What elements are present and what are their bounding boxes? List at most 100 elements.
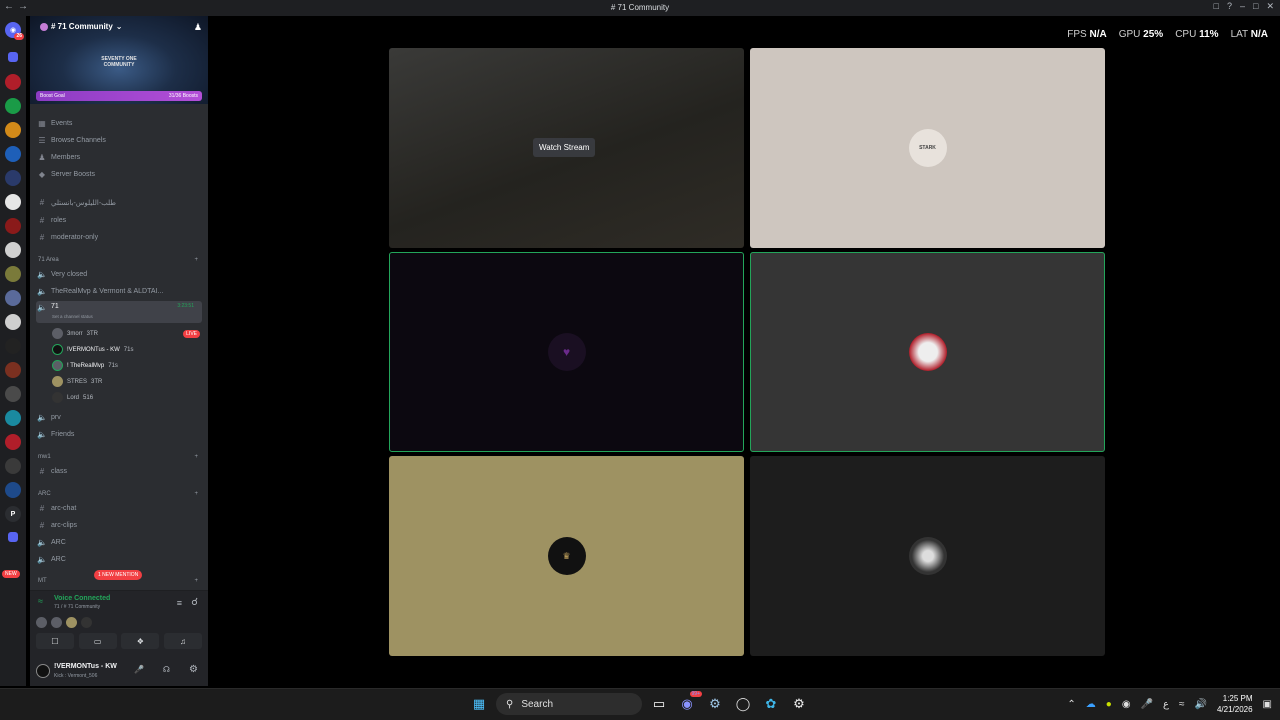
chevron-up-icon[interactable]: ⌃ xyxy=(1067,699,1075,710)
voice-channel[interactable]: 🔈 Friends xyxy=(36,427,202,442)
avatar xyxy=(52,344,63,355)
camera-button[interactable]: ☐ xyxy=(36,633,74,649)
participant-tile[interactable]: STARK xyxy=(750,48,1105,248)
server-icon[interactable]: P xyxy=(5,506,21,522)
clock[interactable]: 1:25 PM 4/21/2026 xyxy=(1217,693,1253,715)
steam-icon[interactable]: ⚙ xyxy=(704,693,726,715)
edge-icon[interactable]: ✿ xyxy=(760,693,782,715)
boost-goal-bar[interactable]: Boost Goal 31/36 Boosts xyxy=(36,91,202,101)
text-channel[interactable]: # class xyxy=(36,464,202,479)
app-tray-icon[interactable]: ● xyxy=(1106,699,1112,710)
folder-icon[interactable] xyxy=(8,532,18,542)
text-channel[interactable]: # arc-clips xyxy=(36,518,202,533)
headphones-icon[interactable]: ☊ xyxy=(163,665,170,674)
taskbar-search[interactable]: ⚲ Search xyxy=(496,693,642,715)
menu-events[interactable]: ▦ Events xyxy=(36,116,202,131)
server-icon[interactable] xyxy=(5,290,21,306)
participant-tile[interactable]: ♥ xyxy=(389,252,744,452)
activity-button[interactable]: ❖ xyxy=(121,633,160,649)
app-icon[interactable]: ◯ xyxy=(732,693,754,715)
disconnect-icon[interactable]: ☌ xyxy=(191,597,198,608)
text-channel[interactable]: # arc-chat xyxy=(36,501,202,516)
server-icon[interactable] xyxy=(5,218,21,234)
noise-suppression-icon[interactable]: ≡ xyxy=(177,598,182,608)
voice-channel[interactable]: 🔈 prv xyxy=(36,410,202,425)
watch-stream-button[interactable]: Watch Stream xyxy=(533,138,596,157)
participant-tile[interactable] xyxy=(750,456,1105,656)
voice-channel[interactable]: 🔈 ARC xyxy=(36,552,202,567)
voice-channel[interactable]: 🔈 TheRealMvp & Vermont & ALDTAI... xyxy=(36,284,202,299)
voice-user[interactable]: !VERMONTus - KW 71s xyxy=(52,342,133,357)
help-icon[interactable]: ? xyxy=(1227,1,1232,12)
start-icon[interactable]: ▦ xyxy=(468,693,490,715)
server-icon[interactable] xyxy=(5,122,21,138)
voice-channel-current[interactable]: 🔈 71 3:23:51 Set a channel status xyxy=(36,301,202,323)
server-icon[interactable] xyxy=(5,146,21,162)
server-icon[interactable] xyxy=(5,482,21,498)
server-icon[interactable] xyxy=(5,362,21,378)
voice-channel[interactable]: 🔈 Very closed xyxy=(36,267,202,282)
signal-icon[interactable]: ≈ xyxy=(38,596,43,606)
voice-user[interactable]: 3morr 3TR xyxy=(52,326,98,341)
microphone-icon[interactable]: 🎤 xyxy=(134,665,144,674)
menu-server-boosts[interactable]: ◆ Server Boosts xyxy=(36,167,202,182)
text-channel[interactable]: # moderator-only xyxy=(36,230,202,245)
server-icon[interactable] xyxy=(5,314,21,330)
voice-user[interactable]: ! TheRealMvp 71s xyxy=(52,358,118,373)
cloud-icon[interactable]: ☁ xyxy=(1086,699,1096,710)
soundboard-button[interactable]: ♫ xyxy=(163,633,202,649)
unread-badge: 26 xyxy=(14,33,24,40)
channel-status[interactable]: Set a channel status xyxy=(52,314,93,319)
voice-panel: ≈ Voice Connected 71 / # 71 Community ≡ … xyxy=(30,590,208,686)
minimize-button[interactable]: – xyxy=(1240,1,1245,12)
invite-icon[interactable]: ♟ xyxy=(194,22,202,33)
server-icon[interactable] xyxy=(5,266,21,282)
category-mw1[interactable]: mw1 + xyxy=(38,454,198,460)
text-channel[interactable]: # roles xyxy=(36,213,202,228)
participant-tile[interactable]: ♛ xyxy=(389,456,744,656)
text-channel[interactable]: # طلب-الليلوس-بانستلي xyxy=(36,195,202,210)
volume-icon[interactable]: 🔊 xyxy=(1195,699,1207,710)
voice-channel[interactable]: 🔈 ARC xyxy=(36,535,202,550)
server-logo: SEVENTY ONE COMMUNITY xyxy=(101,56,137,68)
server-icon[interactable] xyxy=(5,74,21,90)
server-icon[interactable] xyxy=(5,458,21,474)
network-tray-icon[interactable]: ◉ xyxy=(1122,699,1131,710)
server-icon[interactable] xyxy=(5,338,21,354)
discord-icon[interactable]: ◉ 99+ xyxy=(676,691,702,715)
voice-connected-subtitle[interactable]: 71 / # 71 Community xyxy=(54,604,100,610)
server-icon[interactable] xyxy=(5,98,21,114)
voice-user[interactable]: STRES 3TR xyxy=(52,374,102,389)
microphone-tray-icon[interactable]: 🎤 xyxy=(1141,699,1153,710)
server-header[interactable]: # 71 Community ⌄ xyxy=(40,22,123,31)
home-icon[interactable]: ◉ 26 xyxy=(5,22,24,40)
server-icon[interactable] xyxy=(5,170,21,186)
server-icon[interactable] xyxy=(5,386,21,402)
menu-browse-channels[interactable]: ☰ Browse Channels xyxy=(36,133,202,148)
settings-app-icon[interactable]: ⚙ xyxy=(788,693,810,715)
gear-icon[interactable]: ⚙ xyxy=(189,664,198,675)
language-icon[interactable]: ع xyxy=(1163,699,1169,710)
folder-icon[interactable] xyxy=(8,52,18,62)
participant-tile[interactable] xyxy=(750,252,1105,452)
avatar[interactable] xyxy=(36,664,50,678)
server-icon[interactable] xyxy=(5,410,21,426)
fps-value: N/A xyxy=(1089,29,1107,40)
inbox-icon[interactable]: □ xyxy=(1214,1,1219,12)
maximize-button[interactable]: □ xyxy=(1253,1,1258,12)
server-icon[interactable] xyxy=(5,242,21,258)
server-banner[interactable]: # 71 Community ⌄ ♟ SEVENTY ONE COMMUNITY… xyxy=(30,16,208,104)
stream-tile[interactable]: Watch Stream xyxy=(389,48,744,248)
new-mention-pill[interactable]: 1 NEW MENTION xyxy=(94,570,143,580)
notifications-icon[interactable]: ▣ xyxy=(1263,699,1272,710)
task-view-icon[interactable]: ▭ xyxy=(648,693,670,715)
close-button[interactable]: ✕ xyxy=(1266,1,1274,12)
category-71-area[interactable]: 71 Area + xyxy=(38,257,198,263)
screenshare-button[interactable]: ▭ xyxy=(78,633,117,649)
wifi-icon[interactable]: ≈ xyxy=(1179,699,1185,710)
voice-user[interactable]: Lord 516 xyxy=(52,390,93,405)
category-arc[interactable]: ARC + xyxy=(38,491,198,497)
server-icon[interactable] xyxy=(5,434,21,450)
menu-members[interactable]: ♟ Members xyxy=(36,150,202,165)
server-icon[interactable] xyxy=(5,194,21,210)
